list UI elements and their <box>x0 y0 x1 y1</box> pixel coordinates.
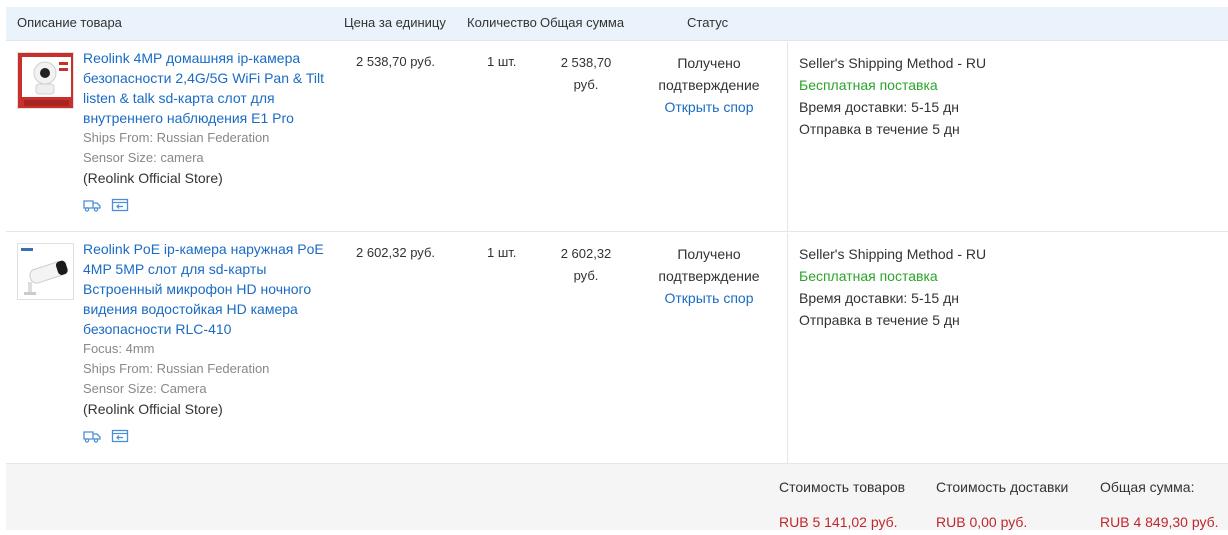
order-total-value: RUB 4 849,30 руб. <box>1100 514 1219 530</box>
product-attribute: Focus: 4mm <box>83 341 155 356</box>
delivery-truck-icon[interactable] <box>83 428 101 444</box>
store-name: (Reolink Official Store) <box>83 170 223 186</box>
order-total-label: Общая сумма: <box>1100 479 1195 495</box>
delivery-truck-icon[interactable] <box>83 197 101 213</box>
line-total-currency: руб. <box>573 268 599 283</box>
quantity: 1 шт. <box>487 245 517 260</box>
quantity: 1 шт. <box>487 54 517 69</box>
product-thumbnail[interactable] <box>17 243 74 300</box>
order-status: Получено подтверждение Открыть спор <box>646 52 772 118</box>
shipping-info: Seller's Shipping Method - RU Бесплатная… <box>799 243 986 331</box>
product-thumbnail[interactable] <box>17 52 74 109</box>
shipping-cost: Стоимость доставки RUB 0,00 руб. <box>936 478 1068 531</box>
product-title-link[interactable]: Reolink PoE ip-камера наружная PoE 4MP 5… <box>83 239 333 339</box>
free-shipping-label: Бесплатная поставка <box>799 77 938 93</box>
status-text: Получено <box>677 55 741 71</box>
product-attribute: Sensor Size: Camera <box>83 381 207 396</box>
open-dispute-link[interactable]: Открыть спор <box>646 96 772 118</box>
goods-cost-label: Стоимость товаров <box>779 479 906 495</box>
shipping-method: Seller's Shipping Method - RU <box>799 55 987 71</box>
column-header-status: Статус <box>687 15 729 30</box>
open-dispute-link[interactable]: Открыть спор <box>646 287 772 309</box>
unit-price: 2 602,32 руб. <box>356 245 436 260</box>
status-text: подтверждение <box>658 77 760 93</box>
line-total: 2 602,32 руб. <box>546 243 626 287</box>
dispatch-time: Отправка в течение 5 дн <box>799 312 960 328</box>
product-attribute: Sensor Size: camera <box>83 150 204 165</box>
bullet-camera-image <box>18 244 73 299</box>
table-row: Reolink 4MP домашняя ip-камера безопасно… <box>6 42 1228 232</box>
product-info: Reolink 4MP домашняя ip-камера безопасно… <box>83 48 333 213</box>
shipping-cost-label: Стоимость доставки <box>936 479 1069 495</box>
return-icon[interactable] <box>111 428 129 444</box>
order-summary: Стоимость товаров RUB 5 141,02 руб. Стои… <box>6 463 1228 530</box>
column-header-unit-price: Цена за единицу <box>344 15 446 30</box>
delivery-time: Время доставки: 5-15 дн <box>799 99 959 115</box>
product-title-link[interactable]: Reolink 4MP домашняя ip-камера безопасно… <box>83 48 333 128</box>
column-divider <box>787 233 788 463</box>
column-header-quantity: Количество <box>467 15 537 30</box>
shipping-method: Seller's Shipping Method - RU <box>799 246 987 262</box>
shipping-cost-value: RUB 0,00 руб. <box>936 514 1028 530</box>
shipping-info: Seller's Shipping Method - RU Бесплатная… <box>799 52 986 140</box>
store-name: (Reolink Official Store) <box>83 401 223 417</box>
product-info: Reolink PoE ip-камера наружная PoE 4MP 5… <box>83 239 333 444</box>
column-divider <box>787 42 788 231</box>
return-icon[interactable] <box>111 197 129 213</box>
indoor-camera-image <box>18 53 73 108</box>
order-items-table: Описание товара Цена за единицу Количест… <box>6 7 1228 530</box>
goods-cost: Стоимость товаров RUB 5 141,02 руб. <box>779 478 905 531</box>
dispatch-time: Отправка в течение 5 дн <box>799 121 960 137</box>
product-attribute: Ships From: Russian Federation <box>83 361 270 376</box>
table-header: Описание товара Цена за единицу Количест… <box>6 7 1228 41</box>
status-text: подтверждение <box>658 268 760 284</box>
line-total-currency: руб. <box>573 77 599 92</box>
goods-cost-value: RUB 5 141,02 руб. <box>779 514 898 530</box>
free-shipping-label: Бесплатная поставка <box>799 268 938 284</box>
line-total-amount: 2 538,70 <box>560 55 612 70</box>
column-header-description: Описание товара <box>17 15 122 30</box>
table-row: Reolink PoE ip-камера наружная PoE 4MP 5… <box>6 233 1228 463</box>
line-total-amount: 2 602,32 <box>560 246 612 261</box>
status-text: Получено <box>677 246 741 262</box>
line-total: 2 538,70 руб. <box>546 52 626 96</box>
unit-price: 2 538,70 руб. <box>356 54 436 69</box>
column-header-total: Общая сумма <box>540 15 625 30</box>
order-status: Получено подтверждение Открыть спор <box>646 243 772 309</box>
product-attribute: Ships From: Russian Federation <box>83 130 270 145</box>
delivery-time: Время доставки: 5-15 дн <box>799 290 959 306</box>
order-total: Общая сумма: RUB 4 849,30 руб. <box>1100 478 1219 531</box>
